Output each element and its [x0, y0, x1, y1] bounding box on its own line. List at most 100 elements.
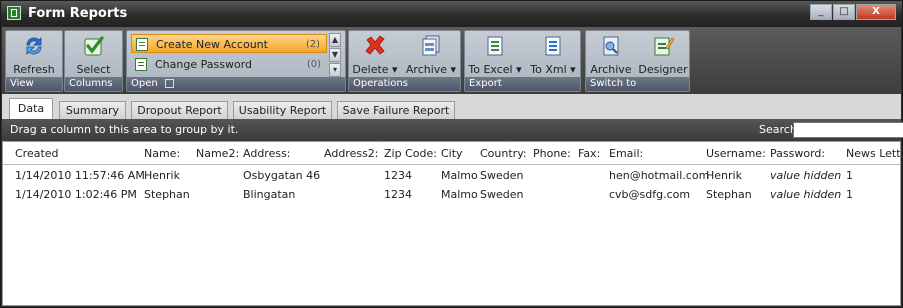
data-grid: Created Name: Name2: Address: Address2: …	[2, 141, 901, 306]
column-header-username[interactable]: Username:	[706, 147, 766, 160]
ribbon: Refresh View Select Columns Create New A…	[2, 27, 901, 94]
minimize-button[interactable]: _	[810, 4, 832, 20]
gallery-scroller: ▲ ▼ ▾	[329, 33, 341, 77]
delete-button[interactable]: Delete ▾	[351, 34, 399, 76]
select-label: Select	[76, 63, 111, 76]
archive-label: Archive ▾	[405, 63, 457, 76]
cell-email: hen@hotmail.com	[609, 169, 710, 182]
form-item-count: (0)	[306, 59, 321, 70]
form-document-icon	[135, 58, 147, 71]
table-row[interactable]: 1/14/2010 1:02:46 PM Stephan Blingatan 1…	[3, 185, 900, 204]
tab-data[interactable]: Data	[9, 98, 53, 119]
delete-x-icon	[365, 35, 385, 55]
refresh-icon	[26, 37, 42, 55]
cell-address: Osbygatan 46	[243, 169, 321, 182]
cell-password: value hidden	[770, 169, 842, 182]
operations-group-label: Operations	[349, 77, 460, 91]
to-xml-label: To Xml ▾	[530, 63, 576, 76]
switch-to-group: Archive Designer Switch to	[585, 30, 690, 92]
cell-zip-code: 1234	[384, 169, 412, 182]
cell-username: Stephan	[706, 188, 752, 201]
select-columns-button[interactable]: Select	[67, 34, 120, 76]
column-header-fax[interactable]: Fax:	[578, 147, 600, 160]
dialog-launcher-icon[interactable]	[164, 78, 174, 88]
app-icon	[7, 6, 21, 20]
column-header-password[interactable]: Password:	[770, 147, 825, 160]
open-group-label-text: Open	[131, 78, 158, 89]
delete-label: Delete ▾	[352, 63, 398, 76]
open-group-label: Open	[127, 77, 345, 91]
table-row[interactable]: 1/14/2010 11:57:46 AM Henrik Osbygatan 4…	[3, 166, 900, 185]
forms-gallery: Create New Account (2) Change Password (…	[131, 34, 327, 76]
tab-save-failure-report[interactable]: Save Failure Report	[337, 101, 455, 119]
columns-group-label: Columns	[65, 77, 122, 91]
archive-button[interactable]: Archive ▾	[403, 34, 459, 76]
group-by-hint: Drag a column to this area to group by i…	[10, 123, 239, 136]
designer-label: Designer	[638, 63, 688, 76]
designer-icon	[654, 37, 675, 56]
form-item-change-password[interactable]: Change Password (0)	[131, 55, 327, 74]
to-xml-button[interactable]: To Xml ▾	[527, 34, 579, 76]
cell-news-letter: 1	[846, 188, 853, 201]
operations-group: Delete ▾ Archive ▾ Operations	[348, 30, 461, 92]
refresh-label: Refresh	[13, 63, 55, 76]
cell-email: cvb@sdfg.com	[609, 188, 691, 201]
report-tabs: Data Summary Dropout Report Usability Re…	[2, 94, 901, 119]
cell-name: Stephan	[144, 188, 190, 201]
column-header-country[interactable]: Country:	[480, 147, 527, 160]
grid-header: Created Name: Name2: Address: Address2: …	[3, 142, 900, 165]
column-header-phone[interactable]: Phone:	[533, 147, 571, 160]
form-item-label: Change Password	[155, 58, 252, 71]
columns-group: Select Columns	[64, 30, 123, 92]
open-group: Create New Account (2) Change Password (…	[126, 30, 346, 92]
title-bar: Form Reports _ □ X	[1, 1, 902, 27]
checkmark-icon	[84, 36, 104, 56]
column-header-news-letter[interactable]: News Letter:	[846, 147, 900, 160]
window-title: Form Reports	[28, 6, 128, 21]
tab-usability-report[interactable]: Usability Report	[233, 101, 332, 119]
cell-created: 1/14/2010 1:02:46 PM	[15, 188, 137, 201]
column-header-address[interactable]: Address:	[243, 147, 291, 160]
gallery-scroll-down-button[interactable]: ▼	[329, 48, 341, 62]
cell-city: Malmo	[441, 188, 478, 201]
archive-icon	[422, 35, 440, 56]
export-group: To Excel ▾ To Xml ▾ Export	[464, 30, 581, 92]
gallery-scroll-up-button[interactable]: ▲	[329, 33, 341, 47]
column-header-created[interactable]: Created	[15, 147, 59, 160]
tab-dropout-report[interactable]: Dropout Report	[131, 101, 228, 119]
form-item-label: Create New Account	[156, 38, 268, 51]
export-group-label: Export	[465, 77, 580, 91]
group-by-bar[interactable]: Drag a column to this area to group by i…	[2, 119, 903, 141]
column-header-address2[interactable]: Address2:	[324, 147, 379, 160]
form-reports-window: Form Reports _ □ X Refresh View Select C…	[0, 0, 903, 308]
form-item-create-new-account[interactable]: Create New Account (2)	[131, 34, 327, 53]
to-excel-label: To Excel ▾	[468, 63, 522, 76]
switch-to-group-label: Switch to	[586, 77, 689, 91]
column-header-email[interactable]: Email:	[609, 147, 643, 160]
tab-summary[interactable]: Summary	[59, 101, 126, 119]
cell-zip-code: 1234	[384, 188, 412, 201]
cell-created: 1/14/2010 11:57:46 AM	[15, 169, 145, 182]
excel-export-icon	[487, 36, 503, 56]
cell-password: value hidden	[770, 188, 842, 201]
column-header-name2[interactable]: Name2:	[196, 147, 239, 160]
search-input[interactable]	[793, 122, 903, 138]
xml-export-icon	[545, 36, 561, 56]
cell-news-letter: 1	[846, 169, 853, 182]
designer-button[interactable]: Designer	[638, 34, 688, 76]
column-header-city[interactable]: City	[441, 147, 463, 160]
form-item-count: (2)	[305, 39, 320, 50]
form-document-icon	[136, 38, 148, 51]
view-group-label: View	[6, 77, 62, 91]
maximize-button[interactable]: □	[833, 4, 855, 20]
close-button[interactable]: X	[856, 4, 896, 20]
cell-name: Henrik	[144, 169, 180, 182]
view-group: Refresh View	[5, 30, 63, 92]
to-excel-button[interactable]: To Excel ▾	[467, 34, 523, 76]
gallery-expand-button[interactable]: ▾	[329, 63, 341, 77]
refresh-button[interactable]: Refresh	[8, 34, 60, 76]
archive-view-button[interactable]: Archive	[588, 34, 634, 76]
cell-username: Henrik	[706, 169, 742, 182]
column-header-zip-code[interactable]: Zip Code:	[384, 147, 437, 160]
column-header-name[interactable]: Name:	[144, 147, 180, 160]
